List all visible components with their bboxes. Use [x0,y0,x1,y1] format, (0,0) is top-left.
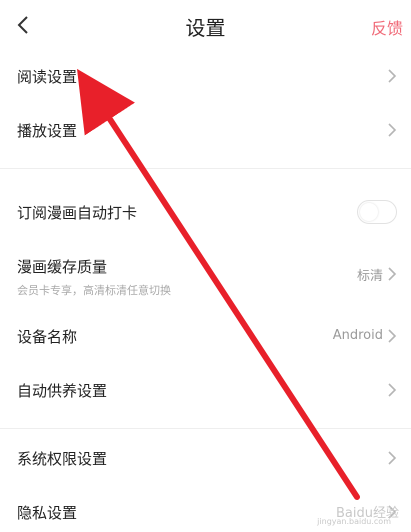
chevron-right-icon [388,69,397,83]
settings-row-cache-quality[interactable]: 漫画缓存质量 会员卡专享，高清标清任意切换 标清 [0,250,411,304]
settings-row-playback[interactable]: 播放设置 [0,110,411,150]
baidu-jingyan-watermark: Baidu经验 jingyan.baidu.com [279,502,399,526]
auto-checkin-toggle[interactable] [357,200,397,224]
settings-row-device-name[interactable]: 设备名称 Android [0,316,411,356]
row-label: 隐私设置 [17,504,78,522]
chevron-right-icon [388,267,397,281]
settings-row-reading[interactable]: 阅读设置 [0,56,411,96]
row-label: 设备名称 [17,328,78,346]
settings-row-auto-support[interactable]: 自动供养设置 [0,370,411,410]
page-title: 设置 [185,16,226,40]
row-label: 漫画缓存质量 [17,258,108,276]
settings-row-system-permissions[interactable]: 系统权限设置 [0,438,411,478]
chevron-right-icon [388,123,397,137]
row-label: 阅读设置 [17,68,78,86]
row-value: 标清 [356,269,383,284]
feedback-button[interactable]: 反馈 [371,15,403,39]
chevron-right-icon [388,451,397,465]
settings-row-auto-checkin: 订阅漫画自动打卡 [0,192,411,232]
toggle-knob [360,203,378,221]
watermark-subtext: jingyan.baidu.com [317,517,391,526]
chevron-right-icon [388,329,397,343]
section-divider [0,168,411,169]
chevron-right-icon [388,383,397,397]
section-divider [0,428,411,429]
row-label: 播放设置 [17,122,78,140]
row-subtitle: 会员卡专享，高清标清任意切换 [17,284,171,297]
row-label: 系统权限设置 [17,450,108,468]
row-label: 订阅漫画自动打卡 [17,204,138,222]
header-bar: 设置 反馈 [0,0,411,50]
row-label: 自动供养设置 [17,382,108,400]
row-value: Android [332,328,383,343]
